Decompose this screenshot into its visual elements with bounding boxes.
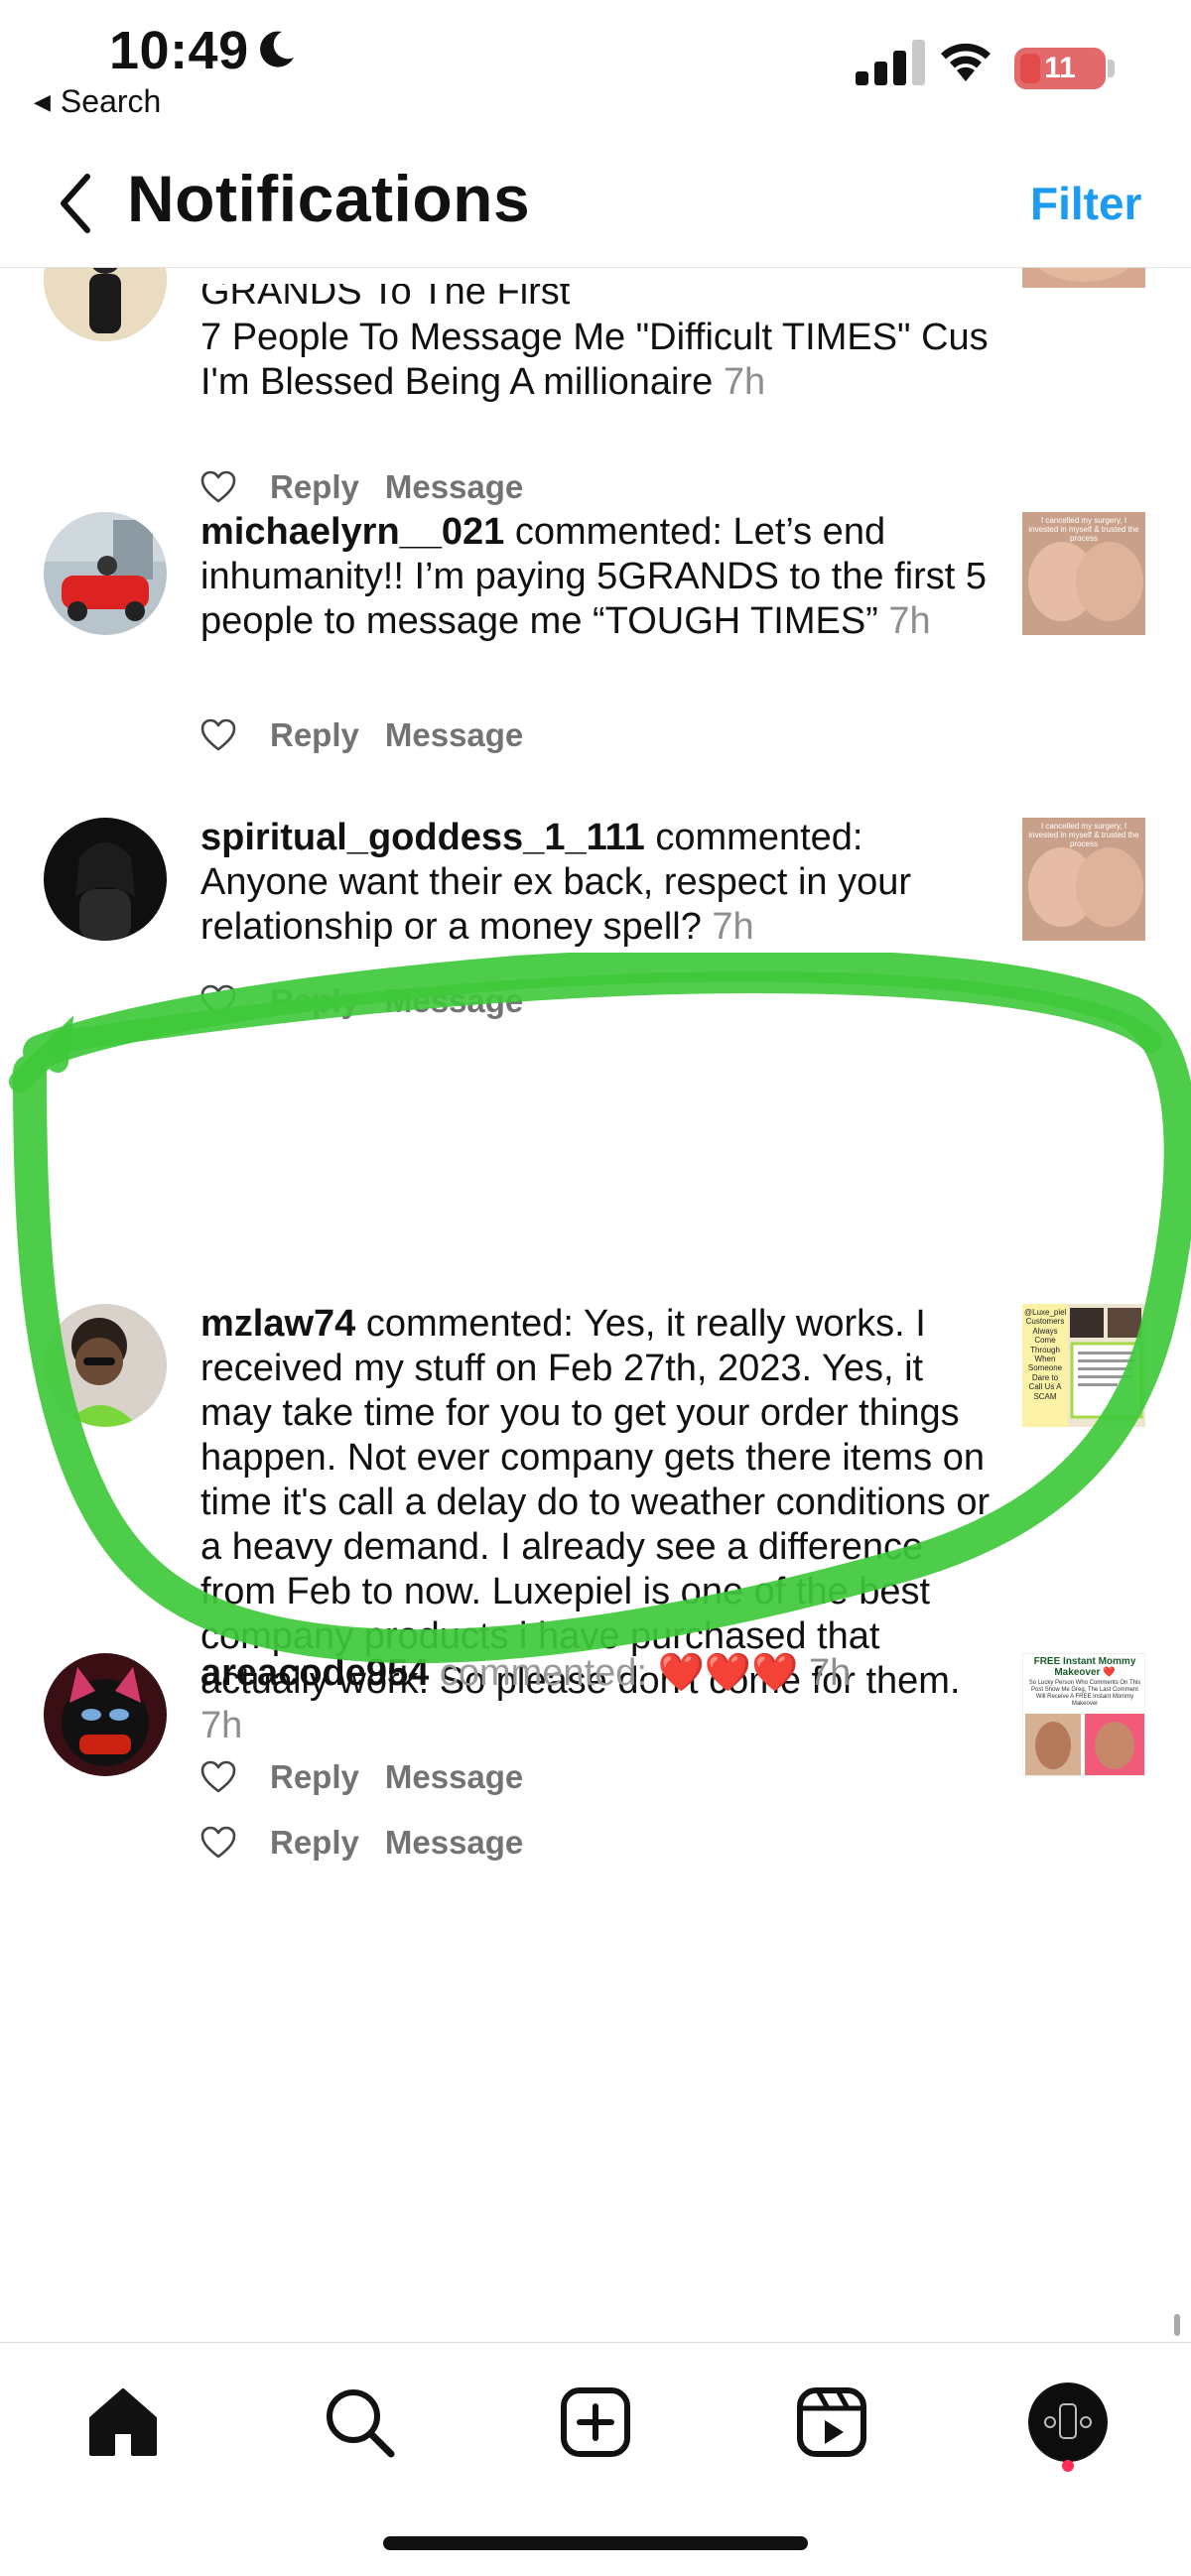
status-time: 10:49: [109, 21, 249, 80]
notification-actions: Reply Message: [200, 462, 523, 512]
profile-avatar-icon[interactable]: [1028, 2383, 1108, 2462]
chevron-left-icon[interactable]: [52, 169, 103, 238]
username[interactable]: mzlaw74: [200, 1303, 355, 1345]
battery-cap: [1108, 60, 1115, 77]
post-thumbnail[interactable]: I cancelled my surgery, I invested in my…: [1022, 818, 1145, 941]
page-title: Notifications: [127, 162, 531, 235]
reply-button[interactable]: Reply: [270, 468, 359, 506]
home-icon[interactable]: [83, 2383, 163, 2462]
username[interactable]: spiritual_goddess_1_111: [200, 817, 645, 858]
moon-icon: [260, 31, 294, 67]
plus-square-icon[interactable]: [556, 2383, 635, 2462]
back-to-search-link[interactable]: ◀ Search: [34, 83, 161, 120]
notification-actions: Reply Message: [200, 976, 523, 1026]
thumbnail-caption: @Luxe_piel Customers Always Come Through…: [1024, 1308, 1067, 1401]
comment-text: Anyone want their ex back, respect in yo…: [200, 861, 912, 948]
avatar[interactable]: [44, 512, 167, 635]
reels-icon[interactable]: [792, 2383, 871, 2462]
heart-outline-icon[interactable]: [200, 718, 236, 752]
avatar[interactable]: [44, 818, 167, 941]
action-text: commented:: [655, 817, 863, 858]
post-thumbnail[interactable]: FREE Instant Mommy Makeover ❤️ So Lucky …: [1022, 1653, 1145, 1776]
username[interactable]: areacode954: [200, 1652, 429, 1694]
notification-item[interactable]: areacode954 commented: ❤️❤️❤️ 7h FREE In…: [0, 1651, 1191, 1832]
post-thumbnail[interactable]: I cancelled my surgery, I invested in my…: [1022, 512, 1145, 635]
comment-text: 7 People To Message Me "Difficult TIMES"…: [200, 317, 989, 403]
notification-text: GRANDS To The First 7 People To Message …: [200, 284, 994, 405]
battery-level: 11: [1044, 52, 1076, 84]
notifications-feed[interactable]: GRANDS To The First 7 People To Message …: [0, 268, 1191, 2342]
post-thumbnail[interactable]: @Luxe_piel Customers Always Come Through…: [1022, 1304, 1145, 1427]
status-bar: 10:49 ◀ Search 11: [0, 0, 1191, 129]
message-button[interactable]: Message: [385, 982, 523, 1020]
notification-actions: Reply Message: [200, 710, 523, 760]
notification-actions: Reply Message: [200, 1752, 523, 1802]
back-triangle-icon: ◀: [34, 89, 51, 114]
message-button[interactable]: Message: [385, 716, 523, 754]
username[interactable]: michaelyrn__021: [200, 511, 504, 553]
comment-text: ❤️❤️❤️: [657, 1652, 799, 1694]
header: Notifications Filter: [0, 139, 1191, 268]
heart-outline-icon[interactable]: [200, 470, 236, 504]
notification-text: michaelyrn__021 commented: Let’s end inh…: [200, 510, 994, 644]
heart-outline-icon[interactable]: [200, 1760, 236, 1794]
scroll-indicator: [1174, 2314, 1180, 2336]
notification-item[interactable]: spiritual_goddess_1_111 commented: Anyon…: [0, 816, 1191, 1046]
home-indicator: [383, 2536, 808, 2550]
wifi-icon: [941, 43, 991, 81]
cellular-signal-icon: [856, 38, 925, 85]
comment-text: Yes, it really works. I received my stuf…: [200, 1303, 991, 1702]
notification-item[interactable]: michaelyrn__021 commented: Let’s end inh…: [0, 510, 1191, 780]
message-button[interactable]: Message: [385, 468, 523, 506]
thumbnail-caption: I cancelled my surgery, I invested in my…: [1028, 516, 1139, 543]
thumbnail-title: FREE Instant Mommy Makeover ❤️: [1033, 1656, 1136, 1678]
filter-button[interactable]: Filter: [1030, 177, 1141, 230]
message-button[interactable]: Message: [385, 1758, 523, 1796]
action-text: commented:: [439, 1652, 647, 1694]
search-icon[interactable]: [320, 2383, 399, 2462]
notification-item[interactable]: GRANDS To The First 7 People To Message …: [0, 268, 1191, 505]
thumbnail-caption: I cancelled my surgery, I invested in my…: [1028, 822, 1139, 848]
clipped-line: GRANDS To The First: [200, 284, 571, 313]
reply-button[interactable]: Reply: [270, 716, 359, 754]
timestamp: 7h: [723, 361, 766, 403]
avatar[interactable]: [44, 1304, 167, 1427]
notification-text: areacode954 commented: ❤️❤️❤️ 7h: [200, 1651, 994, 1696]
reply-button[interactable]: Reply: [270, 982, 359, 1020]
avatar[interactable]: [44, 268, 167, 341]
timestamp: 7h: [809, 1652, 852, 1694]
action-text: commented:: [365, 1303, 574, 1345]
post-thumbnail[interactable]: [1022, 268, 1145, 288]
reply-button[interactable]: Reply: [270, 1758, 359, 1796]
heart-outline-icon[interactable]: [200, 984, 236, 1018]
back-app-label: Search: [60, 83, 162, 119]
avatar[interactable]: [44, 1653, 167, 1776]
notification-text: spiritual_goddess_1_111 commented: Anyon…: [200, 816, 994, 950]
timestamp: 7h: [888, 600, 931, 642]
timestamp: 7h: [712, 906, 754, 948]
action-text: commented:: [514, 511, 723, 553]
profile-notification-dot: [1062, 2460, 1074, 2472]
thumbnail-caption: So Lucky Person Who Comments On This Pos…: [1028, 1680, 1141, 1707]
